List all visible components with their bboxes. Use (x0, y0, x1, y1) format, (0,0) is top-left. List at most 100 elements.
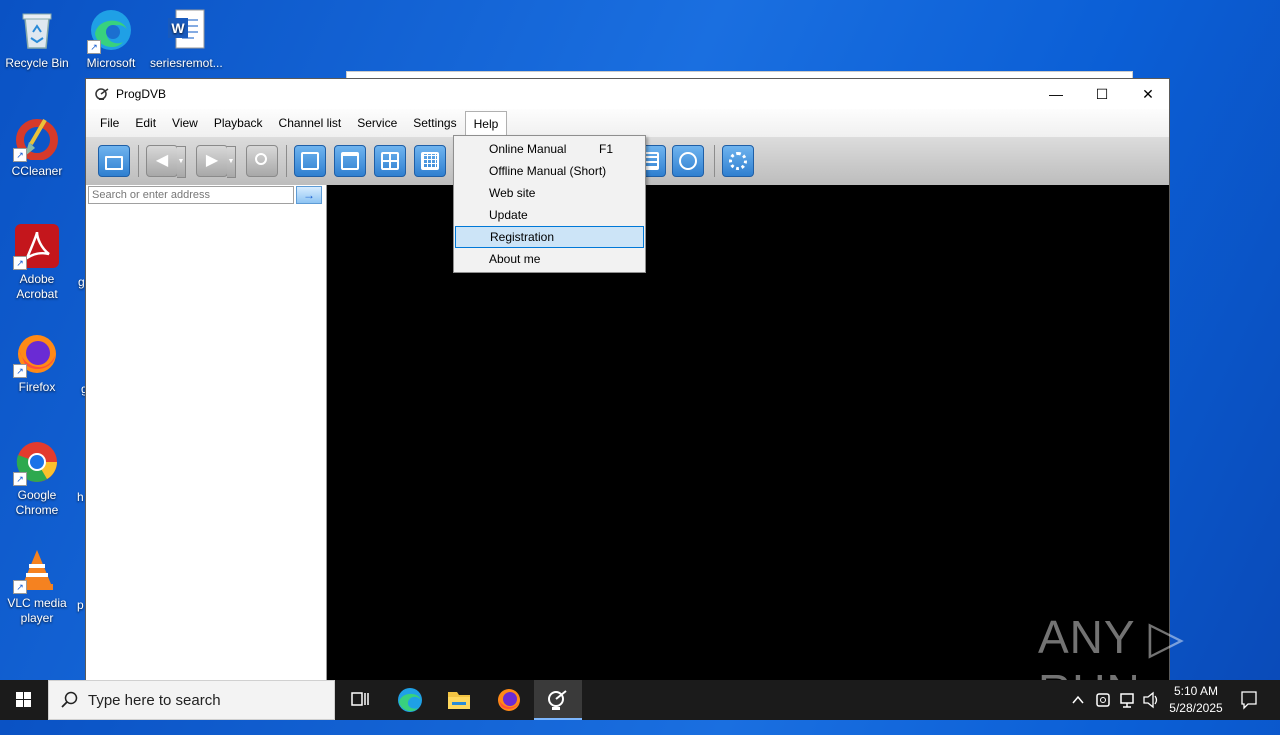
desktop-icon-label: seriesremot... (150, 56, 223, 70)
taskbar-search-box[interactable]: Type here to search (48, 680, 335, 720)
toolbar-separator (138, 145, 139, 177)
title-bar[interactable]: ProgDVB — ☐ ✕ (86, 79, 1169, 109)
start-button[interactable] (0, 680, 48, 720)
network-icon (1120, 693, 1134, 708)
volume-button[interactable] (1141, 680, 1161, 720)
shortcut-arrow-icon: ↗ (13, 256, 27, 270)
folder-icon (105, 156, 123, 170)
desktop-icon-firefox[interactable]: ↗ Firefox (1, 332, 73, 395)
recycle-bin-icon (15, 8, 59, 52)
menu-help[interactable]: Help (464, 110, 508, 138)
settings-button[interactable] (722, 145, 754, 177)
show-hidden-icons-button[interactable] (1068, 680, 1088, 720)
desktop-icon-word-document[interactable]: W seriesremot... (150, 8, 223, 71)
menu-item-label: About me (489, 252, 541, 266)
network-button[interactable] (1117, 680, 1137, 720)
chrome-icon: ↗ (13, 440, 59, 486)
minimize-button[interactable]: — (1033, 79, 1079, 109)
menu-settings[interactable]: Settings (405, 110, 464, 136)
meet-now-button[interactable] (1093, 680, 1113, 720)
windows-logo-icon (16, 692, 31, 707)
open-folder-button[interactable] (98, 145, 130, 177)
desktop-icon-label: Google Chrome (15, 488, 59, 517)
chevron-up-icon (1072, 695, 1084, 704)
shortcut-arrow-icon: ↗ (13, 580, 27, 594)
taskbar-search-placeholder: Type here to search (88, 692, 221, 709)
menu-view[interactable]: View (164, 110, 206, 136)
picture-in-picture-icon (341, 152, 359, 170)
layout-single-button[interactable] (294, 145, 326, 177)
go-button[interactable]: → (296, 186, 322, 204)
back-button[interactable]: ◀ ▼ (146, 145, 186, 178)
desktop-icon-label: Recycle Bin (5, 56, 69, 70)
taskbar-firefox-button[interactable] (485, 680, 533, 720)
notifications-button[interactable] (1234, 680, 1264, 720)
progdvb-icon (548, 690, 567, 710)
menu-item-registration[interactable]: Registration (455, 226, 644, 248)
desktop-icon-label: VLC media player (7, 596, 67, 625)
taskbar: Type here to search 5:10 AM 5/28/2025 (0, 680, 1280, 720)
speaker-icon (1143, 691, 1158, 709)
search-icon (255, 153, 267, 165)
menu-item-about-me[interactable]: About me (455, 248, 644, 270)
arrow-right-icon: ▶ (205, 152, 219, 169)
help-dropdown-menu: Online Manual F1 Offline Manual (Short) … (453, 135, 646, 273)
layout-grid16-button[interactable] (414, 145, 446, 177)
toolbar-separator (286, 145, 287, 177)
layout-pip-button[interactable] (334, 145, 366, 177)
shortcut-arrow-icon: ↗ (13, 472, 27, 486)
vlc-icon: ↗ (13, 548, 59, 594)
notification-icon (1241, 691, 1257, 710)
search-button[interactable] (246, 145, 278, 177)
layout-grid4-button[interactable] (374, 145, 406, 177)
firefox-icon (498, 689, 520, 711)
chevron-down-icon[interactable]: ▼ (227, 146, 236, 178)
close-button[interactable]: ✕ (1125, 79, 1171, 109)
taskbar-progdvb-button[interactable] (534, 680, 582, 720)
word-document-icon: W (164, 8, 208, 52)
address-input[interactable]: Search or enter address (88, 186, 294, 204)
desktop-icon-vlc[interactable]: ↗ VLC media player (1, 548, 73, 626)
menu-item-label: Offline Manual (Short) (489, 164, 607, 178)
shortcut-arrow-icon: ↗ (13, 148, 27, 162)
desktop-icon-edge[interactable]: ↗ Microsoft Edge (75, 8, 147, 71)
desktop-icon-adobe-acrobat[interactable]: ↗ Adobe Acrobat (1, 224, 73, 302)
task-view-button[interactable] (336, 680, 384, 720)
shortcut-arrow-icon: ↗ (13, 364, 27, 378)
hidden-desktop-label: p (77, 598, 84, 612)
single-window-icon (301, 152, 319, 170)
taskbar-clock[interactable]: 5:10 AM 5/28/2025 (1164, 680, 1228, 720)
search-icon (61, 691, 78, 708)
menu-item-offline-manual[interactable]: Offline Manual (Short) (455, 160, 644, 182)
menu-service[interactable]: Service (349, 110, 405, 136)
forward-button[interactable]: ▶ ▼ (196, 145, 236, 178)
chevron-down-icon[interactable]: ▼ (177, 146, 186, 178)
clock-date: 5/28/2025 (1169, 701, 1223, 715)
toolbar-separator (714, 145, 715, 177)
folder-icon (448, 692, 470, 709)
menu-item-label: Update (489, 208, 528, 222)
hidden-desktop-label: h (77, 490, 84, 504)
menu-channel-list[interactable]: Channel list (271, 110, 350, 136)
grid-4x4-icon (421, 152, 439, 170)
desktop-icon-recycle-bin[interactable]: Recycle Bin (1, 8, 73, 71)
taskbar-file-explorer-button[interactable] (435, 680, 483, 720)
scheduler-button[interactable] (672, 145, 704, 177)
arrow-left-icon: ◀ (155, 152, 169, 169)
menu-item-web-site[interactable]: Web site (455, 182, 644, 204)
desktop-icon-google-chrome[interactable]: ↗ Google Chrome (1, 440, 73, 518)
menu-playback[interactable]: Playback (206, 110, 271, 136)
desktop-icon-label: CCleaner (11, 164, 63, 178)
adobe-acrobat-icon: ↗ (13, 224, 59, 270)
menu-file[interactable]: File (92, 110, 127, 136)
menu-item-online-manual[interactable]: Online Manual F1 (455, 138, 644, 160)
taskbar-edge-button[interactable] (386, 680, 434, 720)
channel-side-panel: Search or enter address → (86, 185, 327, 682)
desktop-icon-ccleaner[interactable]: ↗ CCleaner (1, 116, 73, 179)
shortcut-arrow-icon: ↗ (87, 40, 101, 54)
menu-item-update[interactable]: Update (455, 204, 644, 226)
menu-edit[interactable]: Edit (127, 110, 164, 136)
maximize-button[interactable]: ☐ (1079, 79, 1125, 109)
firefox-icon: ↗ (13, 332, 59, 378)
grid-2x2-icon (381, 152, 399, 170)
